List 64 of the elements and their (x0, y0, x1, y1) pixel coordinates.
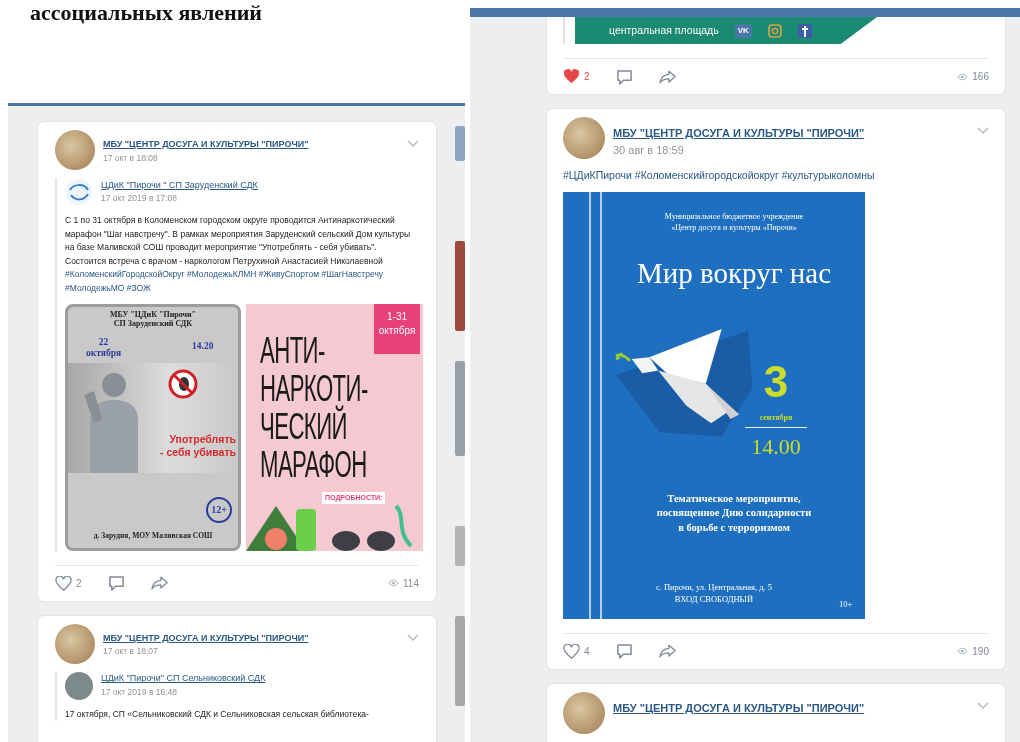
post-date: 17 окт 2019 в 17:08 (101, 192, 179, 206)
thumbnail-image (455, 126, 465, 161)
event-day: 3 (748, 359, 804, 404)
post-date: 17 окт в 18:07 (103, 645, 159, 658)
poster-title: АНТИ- НАРКОТИ- ЧЕСКИЙ МАРАФОН (260, 331, 368, 484)
avatar-image (563, 691, 605, 734)
comment-icon[interactable] (615, 68, 633, 85)
eye-icon (388, 579, 400, 588)
hashtag-line: #КоломенскийГородскойОкруг #МолодежьКЛМН #ЖивуСпортом #ШагНавстречу #МолодежьМО #ЗОЖ (65, 268, 385, 295)
poster-header: Муниципальное бюджетное учреждение «Центр досуга и культуры «Пирочи» (663, 211, 805, 234)
share-icon[interactable] (658, 69, 677, 84)
like-count: 2 (584, 70, 590, 84)
author-link[interactable]: МБУ "ЦЕНТР ДОСУГА И КУЛЬТУРЫ "ПИРОЧИ" (613, 125, 865, 142)
post-text: С 1 по 31 октября в Коломенском городском округе проводится Антинаркотический марафон "Шаг навстречу". В рамках мероприятия Заруденский сельский Дом культуры на базе Маливской СОШ проводит мероприятие "Употреблять - себя убивать". Состоится встреча с врачом - наркологом Петрухиной Анастасией Николаевной (65, 214, 412, 268)
avatar-image (55, 623, 95, 664)
poster-time: 14.20 (192, 339, 214, 353)
eye-icon (957, 72, 969, 81)
post-date: 17 окт в 18:08 (103, 151, 159, 165)
event-month: сентября (745, 411, 807, 428)
like-count: 2 (76, 576, 82, 591)
like-count: 4 (584, 644, 590, 659)
post-date: 17 окт 2019 в 16:48 (101, 685, 179, 699)
share-icon[interactable] (658, 644, 677, 659)
thumbnail-image (455, 526, 465, 566)
event-time: 14.00 (750, 432, 802, 461)
social-badge: VK (734, 23, 752, 38)
avatar-image (55, 130, 95, 170)
event-description: Тематическое мероприятие, посвященное Дню солидарности в борьбе с терроризмом (655, 491, 813, 536)
heart-icon[interactable] (563, 69, 580, 84)
poster-header: МБУ "ЦДиК "Пирочи" СП Заруденский СДК (108, 309, 198, 328)
event-address: с. Пирочи, ул. Центральная, д. 5 ВХОД СВОБОДНЫЙ (654, 581, 774, 606)
poster-title: Мир вокруг нас (635, 255, 833, 291)
heart-icon[interactable] (563, 643, 580, 659)
camera-icon (767, 23, 782, 38)
view-count: 190 (972, 644, 989, 659)
chevron-down-icon[interactable] (977, 701, 989, 710)
author-link[interactable]: ЦДиК "Пирочи" СП Сельниковский СДК (101, 672, 266, 686)
author-link[interactable]: МБУ "ЦЕНТР ДОСУГА И КУЛЬТУРЫ "ПИРОЧИ" (613, 699, 865, 717)
author-link[interactable]: МБУ "ЦЕНТР ДОСУГА И КУЛЬТУРЫ "ПИРОЧИ" (103, 631, 309, 646)
poster-slogan: Употреблять - себя убивать (159, 432, 236, 459)
eye-icon (957, 647, 969, 656)
author-link[interactable]: ЦДиК "Пирочи " СП Заруденский СДК (101, 178, 258, 193)
banner-text: центральная площадь (609, 22, 719, 38)
post-date: 30 авг в 18:59 (613, 142, 685, 158)
view-count: 166 (972, 70, 989, 84)
poster-date: 22 октября (86, 336, 122, 360)
document-heading: ассоциальных явлений (30, 0, 263, 26)
cross-icon (797, 23, 812, 38)
view-count: 114 (403, 576, 419, 591)
comment-icon[interactable] (107, 575, 125, 592)
chevron-down-icon[interactable] (977, 127, 989, 135)
chevron-down-icon[interactable] (407, 140, 419, 148)
comment-icon[interactable] (615, 643, 633, 660)
poster-dates: 1-31 октября (374, 303, 420, 354)
hashtag-line: #ЦДиКПирочи #Коломенскийгородскойокруг #культурыколомны (563, 168, 876, 183)
share-icon[interactable] (150, 576, 169, 591)
post-text: 17 октября, СП «Сельниковский СДК и Сельниковская сельская библиотека- (65, 707, 370, 721)
author-link[interactable]: МБУ "ЦЕНТР ДОСУГА И КУЛЬТУРЫ "ПИРОЧИ" (103, 138, 309, 152)
age-rating: 10+ (839, 597, 853, 611)
age-rating: 12+ (206, 496, 232, 523)
no-sign-icon (168, 368, 198, 399)
avatar-image (563, 117, 605, 159)
heart-icon[interactable] (55, 575, 72, 591)
chevron-down-icon[interactable] (407, 633, 419, 642)
